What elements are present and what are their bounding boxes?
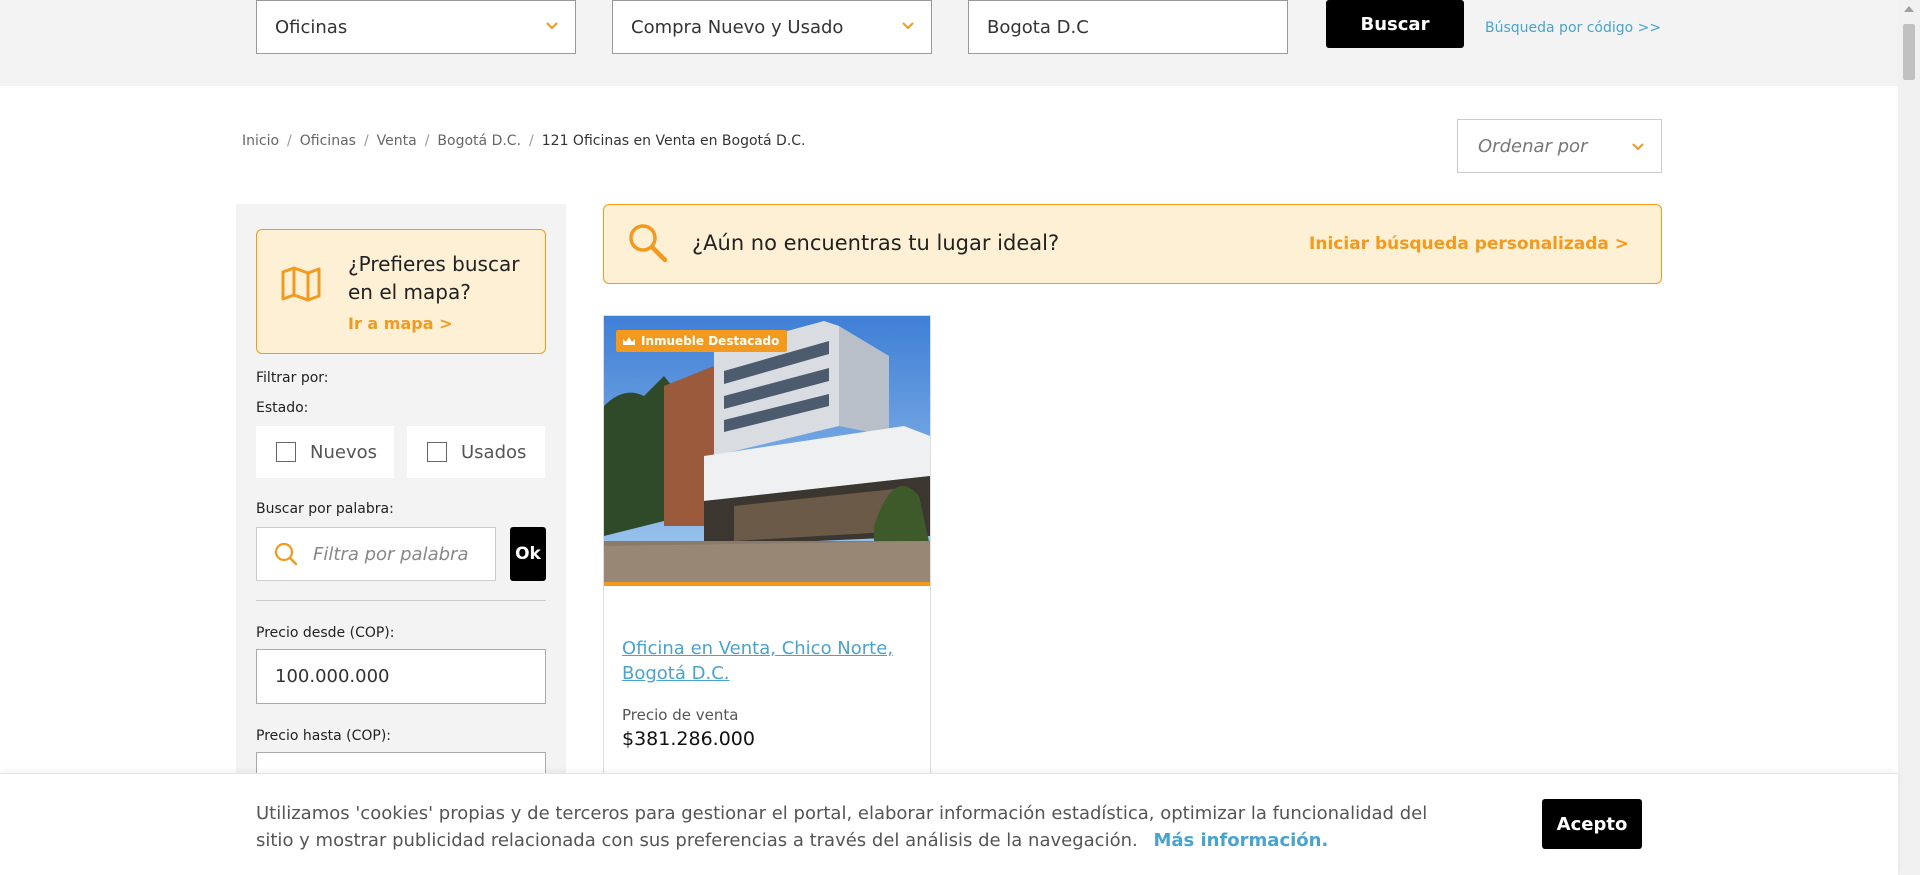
custom-search-banner: ¿Aún no encuentras tu lugar ideal? Inici… [603, 204, 1662, 284]
cookie-banner: Utilizamos 'cookies' propias y de tercer… [0, 773, 1898, 875]
breadcrumb-venta[interactable]: Venta [377, 133, 417, 149]
breadcrumb-bogota[interactable]: Bogotá D.C. [437, 133, 521, 149]
search-bar: Oficinas Compra Nuevo y Usado Bogota D.C… [0, 0, 1898, 86]
listing-price: $381.286.000 [622, 728, 755, 750]
listing-title-link[interactable]: Oficina en Venta, Chico Norte, Bogotá D.… [622, 636, 912, 686]
featured-badge: Inmueble Destacado [616, 330, 788, 352]
state-new-label: Nuevos [310, 441, 377, 463]
price-from-label: Precio desde (COP): [256, 625, 395, 641]
search-icon [629, 224, 668, 263]
scroll-up-icon[interactable] [1904, 6, 1914, 12]
banner-text: ¿Aún no encuentras tu lugar ideal? [692, 231, 1060, 255]
breadcrumb-separator: / [363, 133, 369, 149]
price-from-value: 100.000.000 [275, 666, 390, 687]
price-label: Precio de venta [622, 706, 739, 724]
breadcrumb-current: 121 Oficinas en Venta en Bogotá D.C. [541, 133, 806, 149]
listing-photo[interactable]: Inmueble Destacado [604, 316, 930, 586]
chevron-down-icon [1632, 143, 1644, 151]
divider [256, 600, 546, 601]
location-input[interactable]: Bogota D.C [968, 0, 1288, 54]
location-value: Bogota D.C [987, 16, 1089, 38]
featured-badge-label: Inmueble Destacado [641, 334, 780, 348]
search-by-code-link[interactable]: Búsqueda por código >> [1485, 20, 1661, 36]
page: Oficinas Compra Nuevo y Usado Bogota D.C… [0, 0, 1920, 875]
breadcrumb-separator: / [424, 133, 430, 149]
sort-select[interactable]: Ordenar por [1457, 119, 1662, 173]
scrollbar[interactable] [1898, 0, 1920, 875]
state-new-checkbox[interactable]: Nuevos [256, 426, 394, 478]
search-button[interactable]: Buscar [1326, 0, 1464, 48]
keyword-input[interactable]: Filtra por palabra [256, 527, 496, 581]
property-type-value: Oficinas [275, 16, 348, 38]
breadcrumb: Inicio / Oficinas / Venta / Bogotá D.C. … [242, 133, 806, 149]
map-prompt: ¿Prefieres buscar en el mapa? [348, 252, 520, 304]
sort-placeholder: Ordenar por [1478, 135, 1588, 157]
cookie-message-block: Utilizamos 'cookies' propias y de tercer… [256, 800, 1456, 854]
state-used-label: Usados [461, 441, 527, 463]
chevron-down-icon [546, 22, 558, 30]
scrollbar-thumb[interactable] [1903, 24, 1915, 80]
price-from-input[interactable]: 100.000.000 [256, 649, 546, 704]
search-icon [274, 542, 298, 566]
chevron-down-icon [902, 22, 914, 30]
building-image [604, 316, 930, 582]
keyword-label: Buscar por palabra: [256, 501, 394, 517]
breadcrumb-home[interactable]: Inicio [242, 133, 279, 149]
accept-cookies-button[interactable]: Acepto [1542, 799, 1642, 849]
map-icon [281, 266, 321, 302]
breadcrumb-separator: / [287, 133, 292, 149]
more-info-link[interactable]: Más información. [1153, 830, 1328, 851]
custom-search-link[interactable]: Iniciar búsqueda personalizada > [1309, 234, 1629, 254]
operation-value: Compra Nuevo y Usado [631, 16, 844, 38]
crown-icon [623, 337, 635, 345]
state-used-checkbox[interactable]: Usados [407, 426, 545, 478]
breadcrumb-separator: / [529, 133, 534, 149]
map-search-box[interactable]: ¿Prefieres buscar en el mapa? Ir a mapa … [256, 229, 546, 354]
price-to-label: Precio hasta (COP): [256, 728, 392, 744]
filter-by-label: Filtrar por: [256, 370, 329, 386]
property-type-select[interactable]: Oficinas [256, 0, 576, 54]
checkbox[interactable] [276, 442, 296, 462]
state-label: Estado: [256, 400, 309, 416]
operation-select[interactable]: Compra Nuevo y Usado [612, 0, 932, 54]
checkbox[interactable] [427, 442, 447, 462]
go-to-map-link[interactable]: Ir a mapa > [348, 314, 452, 333]
keyword-placeholder: Filtra por palabra [313, 543, 469, 565]
breadcrumb-oficinas[interactable]: Oficinas [300, 133, 356, 149]
keyword-ok-button[interactable]: Ok [510, 527, 546, 581]
